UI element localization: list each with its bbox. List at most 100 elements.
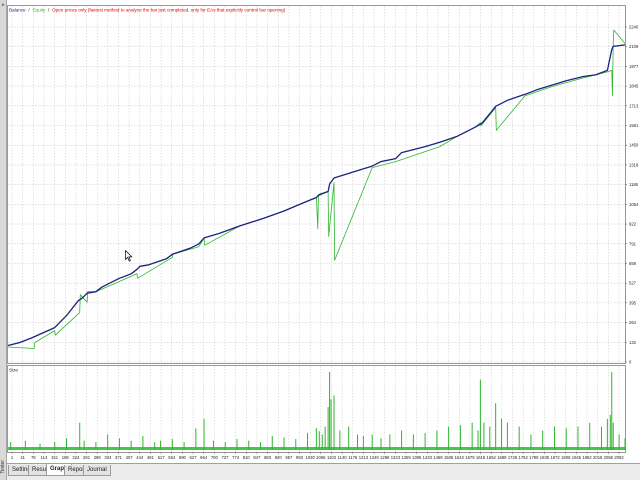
x-tick-label: 1469: [433, 455, 443, 460]
y-tick-label: 132: [629, 340, 637, 345]
x-tick-label: 737: [221, 455, 229, 460]
y-tick-label: 1713: [629, 103, 639, 108]
size-bar: [600, 426, 602, 450]
x-tick-label: 627: [190, 455, 198, 460]
size-bar: [501, 418, 503, 450]
x-tick-label: 883: [264, 455, 272, 460]
x-tick-label: 1652: [487, 455, 497, 460]
size-bar: [495, 403, 497, 450]
tester-tabs: Settings Results Graph Report Journal: [7, 463, 640, 480]
y-tick-label: 1977: [629, 64, 639, 69]
x-tick-label: 1762: [518, 455, 528, 460]
x-tick-label: 114: [41, 455, 48, 460]
size-bar: [329, 372, 331, 450]
size-bar: [333, 395, 335, 450]
x-tick-label: 590: [179, 455, 187, 460]
x-tick-label: 920: [275, 455, 283, 460]
x-tick-label: 1725: [508, 455, 518, 460]
size-bar: [315, 428, 317, 450]
x-tick-label: 444: [136, 455, 144, 460]
y-tick-label: 922: [629, 222, 637, 227]
main-plot-frame: [7, 5, 626, 364]
y-tick-label: 2240: [629, 25, 639, 30]
x-tick-label: 1982: [582, 455, 592, 460]
x-tick-label: 2018: [593, 455, 603, 460]
y-tick-label: 0: [629, 360, 632, 365]
x-tick-label: 1799: [529, 455, 539, 460]
x-tick-label: 1176: [348, 455, 358, 460]
x-tick-label: 1835: [540, 455, 550, 460]
y-tick-label: 2109: [629, 44, 639, 49]
size-panel-label: Size: [9, 368, 18, 373]
x-tick-label: 1286: [380, 455, 390, 460]
x-tick-label: 517: [158, 455, 166, 460]
x-tick-label: 224: [72, 455, 80, 460]
y-tick-label: 1186: [629, 182, 639, 187]
x-tick-label: 1066: [316, 455, 326, 460]
x-tick-label: 407: [126, 455, 134, 460]
size-bar: [577, 426, 579, 450]
graph-panel[interactable]: 2240 2109 1977 1845 1713 1581 1450 1318 1186 1054…: [7, 0, 640, 463]
x-tick-label: 1579: [465, 455, 475, 460]
size-bar: [506, 422, 508, 450]
svg-text:Balance / Equi: Balance / Equity / Open prices only (fas…: [9, 8, 286, 13]
size-baseline-band: [8, 447, 625, 450]
chart-legend: Balance / Equity / Open prices only (fas…: [9, 8, 286, 13]
x-tick-label: 1506: [444, 455, 454, 460]
tester-sidebar-label: Tester: [0, 460, 6, 474]
x-tick-label: 957: [285, 455, 293, 460]
y-tick-label: 527: [629, 281, 637, 286]
x-tick-label: 78: [31, 455, 36, 460]
x-tick-label: 2055: [604, 455, 614, 460]
balance-chart[interactable]: 2240210919771845171315811450131811861054…: [7, 0, 640, 463]
x-tick-label: 1908: [561, 455, 571, 460]
x-tick-label: 298: [94, 455, 102, 460]
x-tick-label: 847: [253, 455, 261, 460]
tab-journal[interactable]: Journal: [83, 465, 111, 476]
x-tick-label: 1359: [401, 455, 411, 460]
x-tick-label: 993: [296, 455, 304, 460]
x-tick-label: 1689: [497, 455, 507, 460]
x-tick-label: 481: [147, 455, 155, 460]
legend-separator-2: /: [48, 8, 50, 13]
x-tick-label: 700: [211, 455, 219, 460]
legend-separator-1: /: [28, 8, 30, 13]
legend-note: Open prices only (fastest method to anal…: [52, 8, 286, 13]
size-bar: [330, 399, 332, 450]
size-bar: [518, 426, 520, 450]
size-bar: [459, 425, 461, 450]
x-tick-label: 1616: [476, 455, 486, 460]
x-tick-label: 1103: [327, 455, 337, 460]
mouse-cursor-icon: [125, 250, 133, 262]
x-tick-label: 371: [115, 455, 123, 460]
x-tick-label: 1945: [572, 455, 582, 460]
x-tick-label: 1249: [369, 455, 379, 460]
x-tick-label: 334: [104, 455, 112, 460]
size-bar: [471, 422, 473, 450]
x-tick-label: 664: [200, 455, 208, 460]
y-tick-label: 1054: [629, 202, 639, 207]
y-tick-label: 1450: [629, 143, 639, 148]
y-tick-label: 264: [629, 320, 637, 325]
close-icon[interactable]: ×: [0, 3, 6, 9]
y-tick-label: 659: [629, 261, 637, 266]
size-bar: [589, 422, 591, 450]
legend-balance: Balance: [9, 8, 26, 13]
x-tick-label: 1: [11, 455, 14, 460]
x-axis-ticks: 1 41 78 114 151 188 224 261 298 334 371 407 444 481 51…: [11, 452, 624, 460]
y-tick-label: 395: [629, 300, 637, 305]
size-bar: [606, 418, 608, 450]
y-axis-ticks: 2240 2109 1977 1845 1713 1581 1450 1318 1186 1054…: [625, 25, 639, 365]
size-bar: [612, 422, 614, 450]
x-tick-label: 554: [168, 455, 176, 460]
x-tick-label: 1323: [391, 455, 401, 460]
size-bar: [203, 418, 205, 450]
x-tick-label: 1433: [423, 455, 433, 460]
legend-equity: Equity: [32, 8, 45, 13]
tester-sidebar[interactable]: × Tester: [0, 0, 7, 480]
y-tick-label: 1845: [629, 84, 639, 89]
size-bar: [565, 428, 567, 450]
size-bar: [79, 422, 81, 450]
size-bar: [479, 379, 481, 450]
size-bar: [483, 422, 485, 450]
